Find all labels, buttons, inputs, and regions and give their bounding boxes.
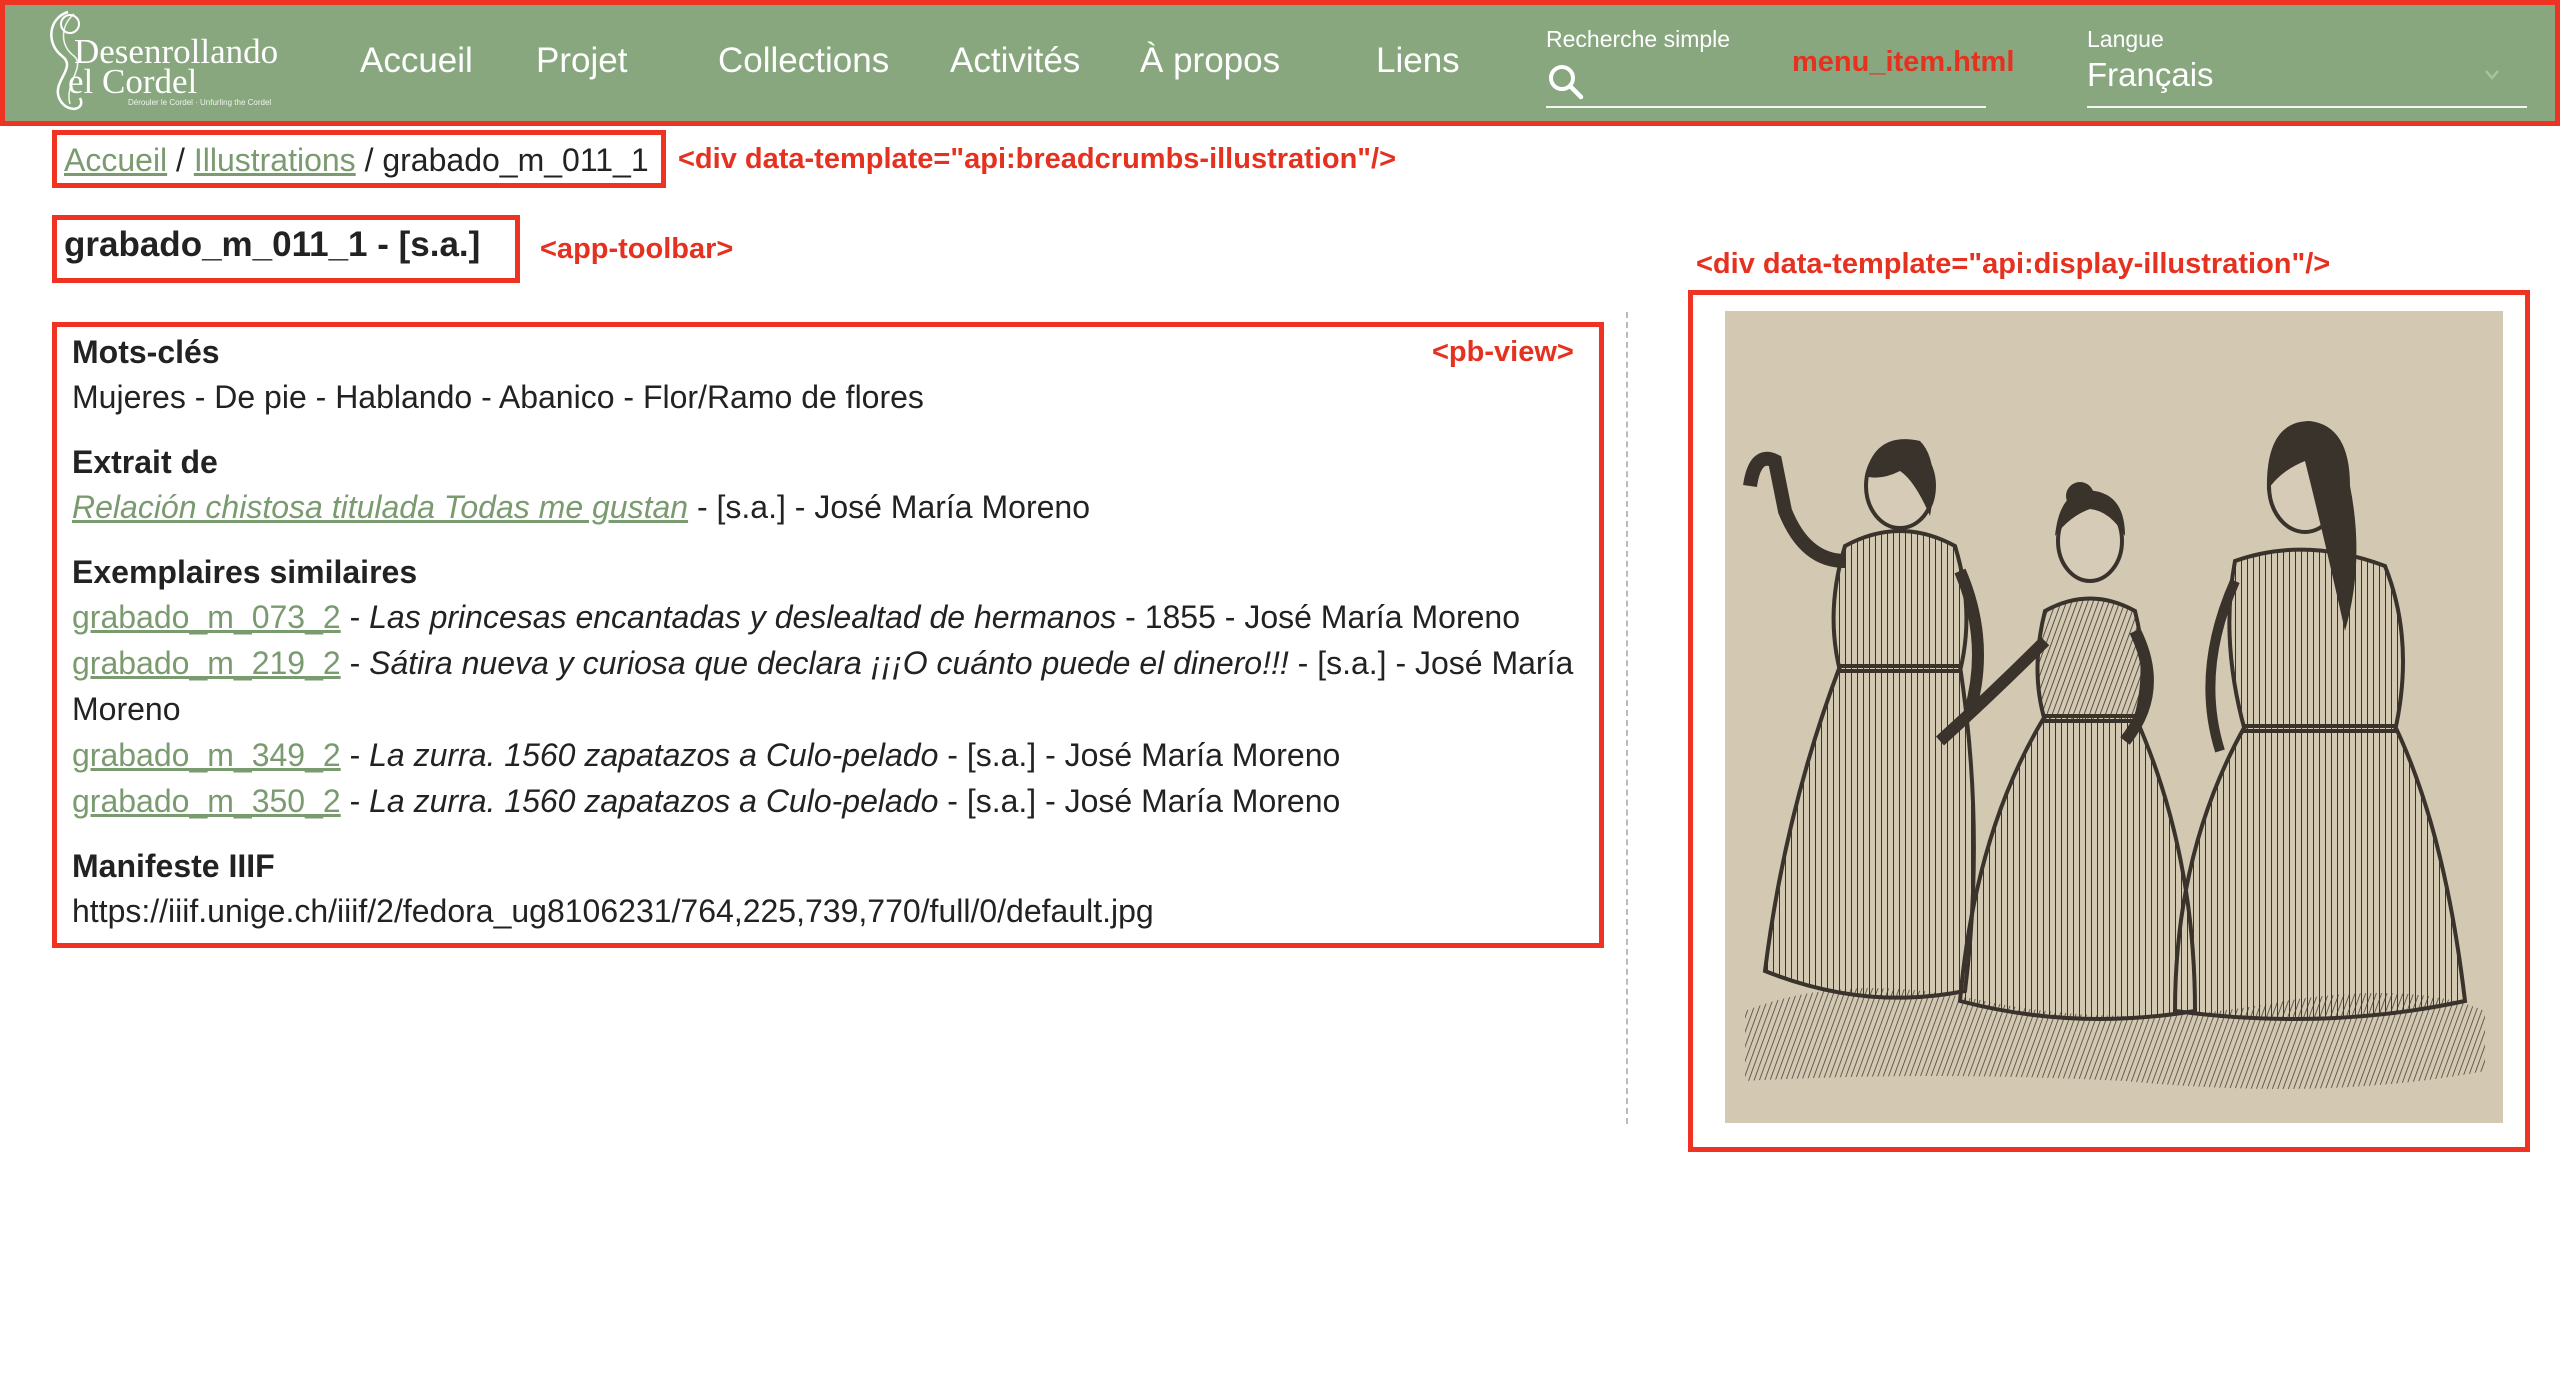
annotation-frame-toolbar <box>52 215 520 283</box>
annotation-frame-menu <box>0 0 2560 126</box>
annotation-label-view: <pb-view> <box>1432 336 1574 368</box>
annotation-label-menu: menu_item.html <box>1792 46 2015 78</box>
annotation-label-display: <div data-template="api:display-illustra… <box>1696 248 2331 280</box>
woodcut-illustration <box>1725 311 2503 1123</box>
annotation-frame-view <box>52 322 1604 948</box>
annotation-label-toolbar: <app-toolbar> <box>540 233 734 265</box>
annotation-label-breadcrumbs: <div data-template="api:breadcrumbs-illu… <box>678 143 1397 175</box>
annotation-frame-breadcrumbs <box>52 130 666 188</box>
column-divider <box>1626 312 1628 1124</box>
